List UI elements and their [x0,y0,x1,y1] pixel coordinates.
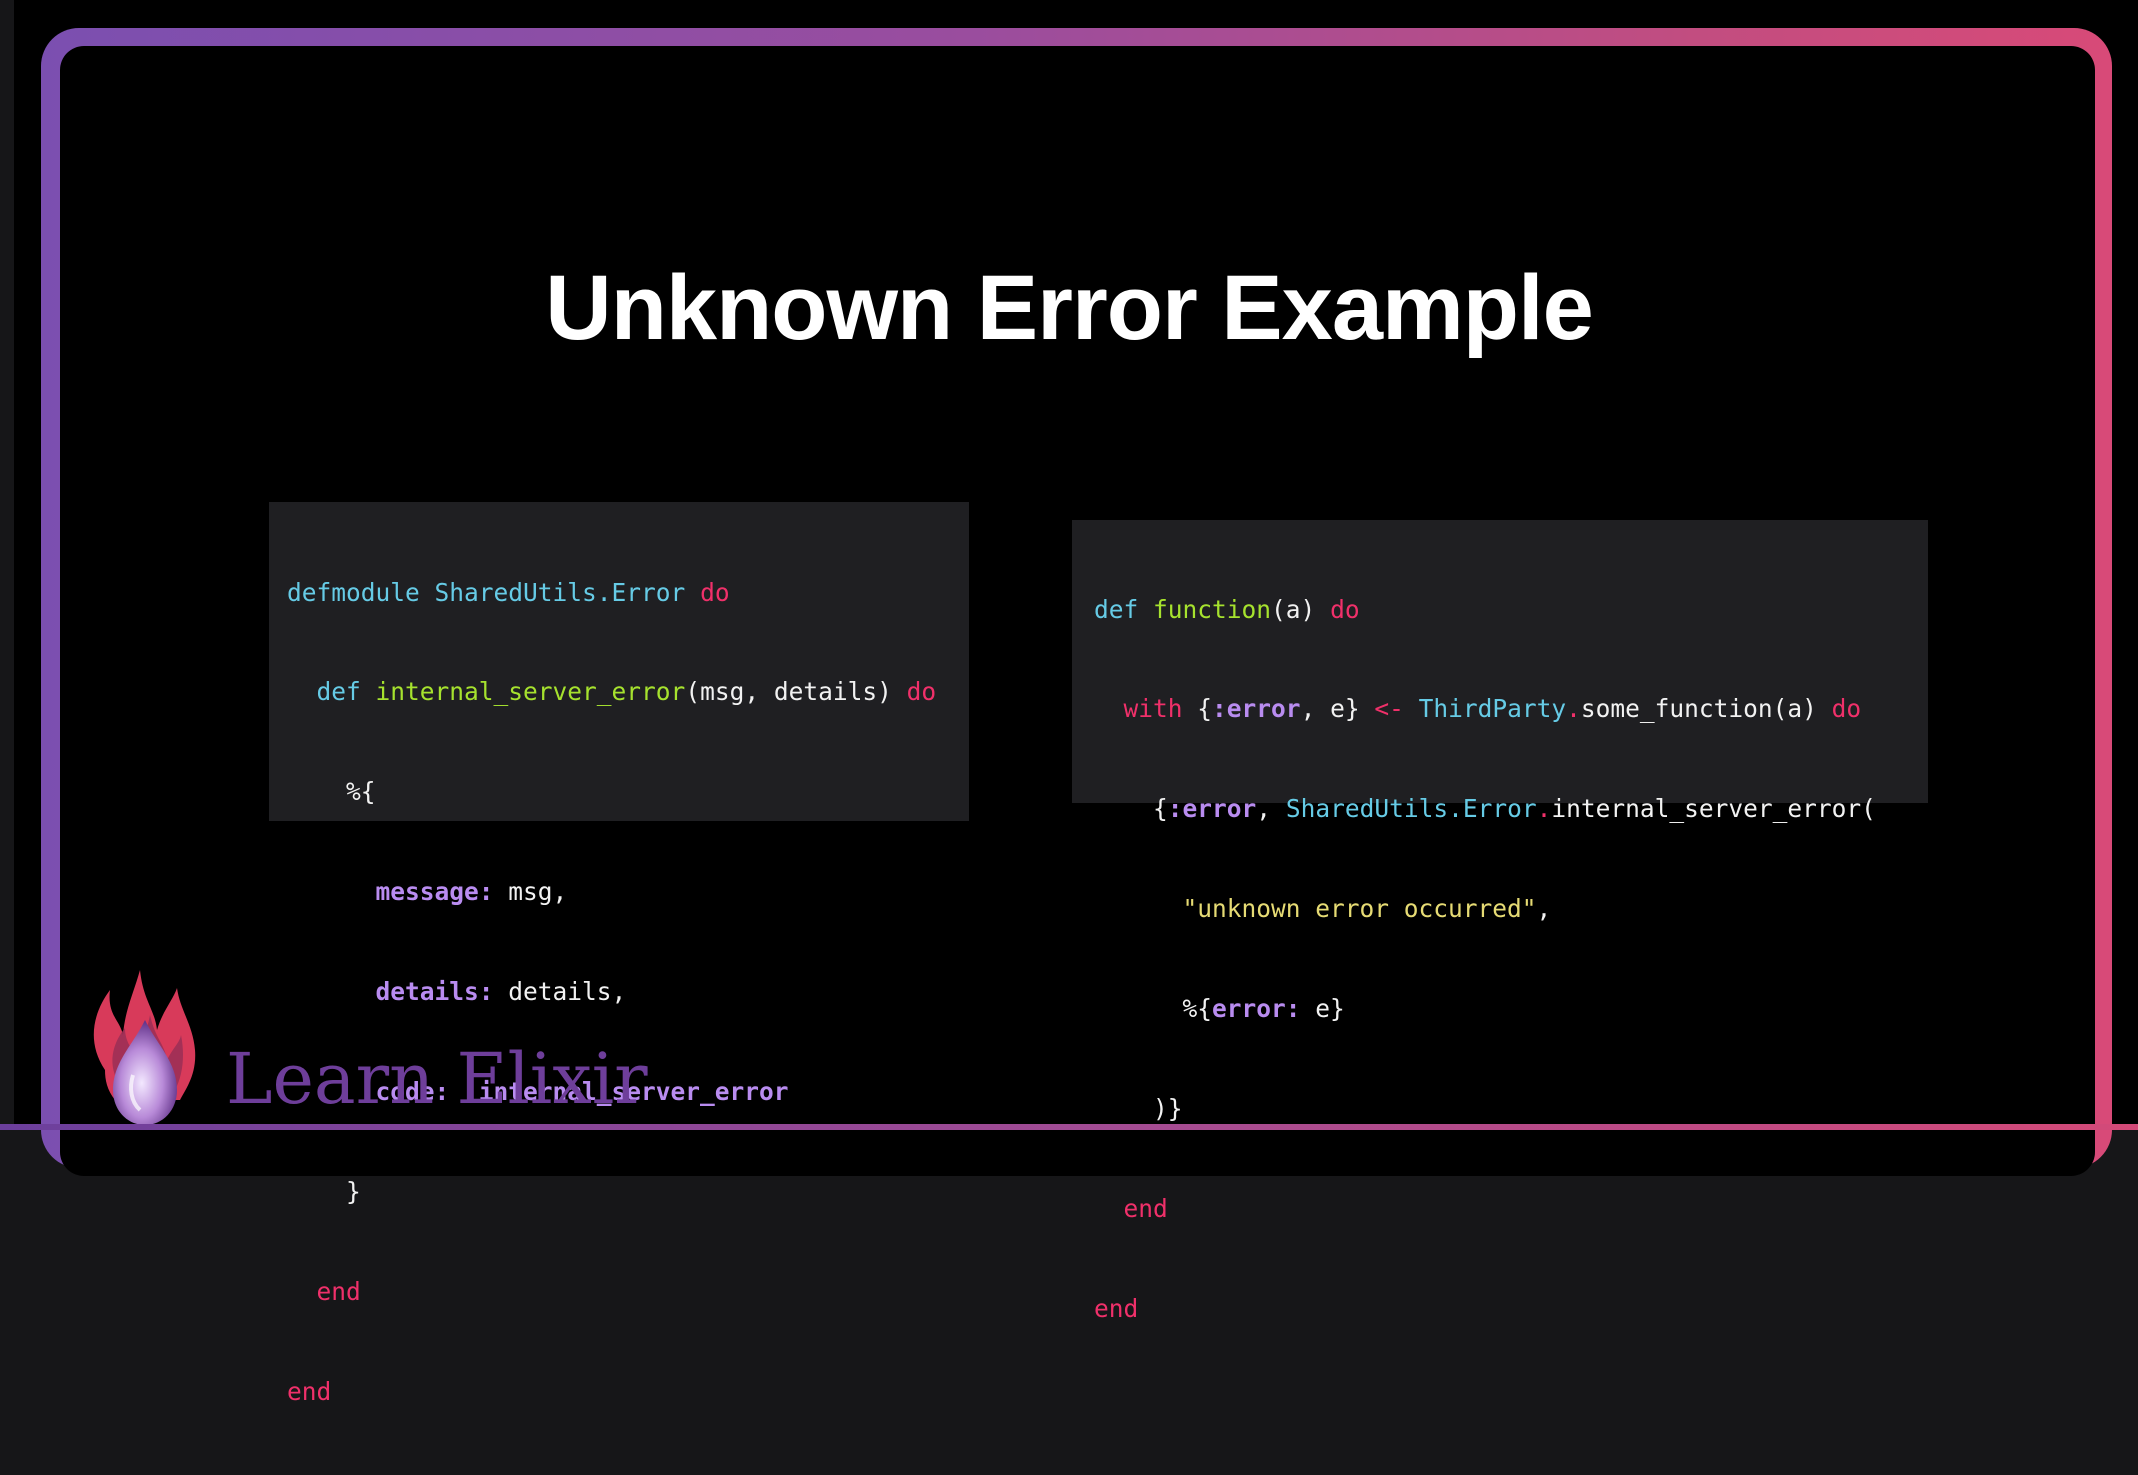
code-token-keyword: def [1094,594,1139,624]
code-token-with: with [1123,694,1183,724]
brand-wordmark: Learn Elixir [226,1038,648,1120]
code-line: %{error: e} [1094,992,1876,1025]
code-token-module: ThirdParty [1418,694,1567,724]
code-token-punct: , [1256,794,1286,824]
code-token-end: end [287,1376,332,1406]
code-line: with {:error, e} <- ThirdParty.some_func… [1094,692,1876,725]
code-token-punct: , e} [1300,694,1375,724]
code-token-punct: , [1536,894,1552,924]
code-token-do: do [1330,594,1360,624]
code-token-args: (msg, details) [685,677,907,707]
code-line: def internal_server_error(msg, details) … [287,675,937,708]
code-token-map-key: details: [375,977,494,1007]
code-line: defmodule SharedUtils.Error do [287,576,936,609]
code-token-arrow: <- [1374,694,1404,724]
code-block-function-with: def function(a) do with {:error, e} <- T… [1072,520,1928,1323]
code-token-args: (a) [1271,594,1331,624]
code-token-do: do [700,577,730,607]
code-line: message: msg, [287,875,936,908]
code-token-punct: { [1153,794,1168,824]
code-token-call: internal_server_error( [1551,794,1876,824]
code-token-atom: :error [1212,694,1301,724]
code-token-punct: e} [1300,994,1345,1024]
code-token-dot: . [1566,694,1581,724]
code-line: {:error, SharedUtils.Error.internal_serv… [1094,792,1876,825]
code-block-shared-utils-error: defmodule SharedUtils.Error do def inter… [269,502,969,1406]
code-token-value: msg, [493,877,568,907]
code-token-map-key: message: [375,877,494,907]
code-token-punct: { [1182,694,1213,724]
code-token-do: do [906,677,937,707]
code-token-do: do [1831,694,1862,724]
code-line: end [287,1275,936,1308]
code-token-module: SharedUtils.Error [434,577,686,607]
code-token-map-key: error: [1212,994,1301,1024]
code-token-keyword: defmodule [287,577,420,607]
code-line: def function(a) do [1094,593,1876,626]
bottom-border-strip [0,1124,2138,1130]
code-token-keyword: def [316,677,361,707]
code-line: } [287,1176,361,1206]
code-token-function: internal_server_error [375,677,686,707]
code-token-atom: :error [1167,794,1257,824]
code-token-call: some_function(a) [1580,694,1832,724]
code-token-value: details, [493,977,627,1007]
code-line: end [287,1375,936,1408]
code-token-function: function [1153,594,1272,624]
slide-title: Unknown Error Example [545,257,1593,359]
code-line: %{ [287,777,376,807]
code-line: )} [1094,1094,1183,1124]
code-line: end [1094,1292,1876,1325]
code-line: "unknown error occurred", [1094,892,1876,925]
code-token-dot: . [1536,794,1552,824]
code-token-end: end [1123,1193,1168,1223]
code-token-string: "unknown error occurred" [1182,894,1537,924]
code-token-module: SharedUtils.Error [1285,794,1537,824]
code-token-end: end [1094,1293,1139,1323]
code-token-punct: %{ [1182,994,1213,1024]
code-line: end [1094,1192,1876,1225]
code-token-end: end [316,1276,361,1306]
elixir-flame-drop-logo-icon [85,950,205,1130]
code-line: details: details, [287,975,936,1008]
